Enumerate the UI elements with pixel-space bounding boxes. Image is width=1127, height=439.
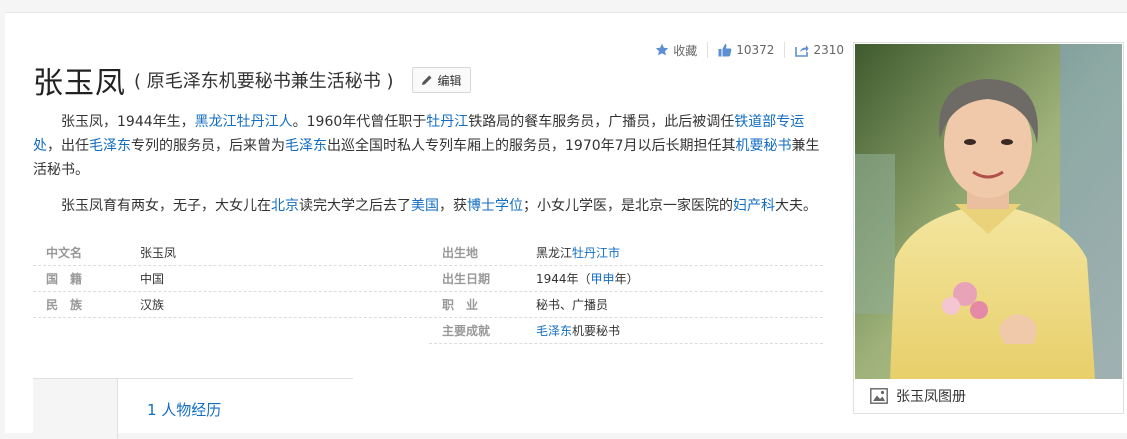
toolbar-divider bbox=[784, 42, 786, 58]
info-key: 中文名 bbox=[46, 246, 83, 260]
inline-link[interactable]: 毛泽东 bbox=[285, 138, 327, 154]
toolbar-divider bbox=[707, 42, 709, 58]
star-icon bbox=[656, 43, 669, 56]
inline-link[interactable]: 铁道部 bbox=[734, 114, 776, 130]
inline-text: 大夫。 bbox=[775, 198, 817, 214]
catalog-header bbox=[33, 379, 118, 439]
info-value: 秘书、广播员 bbox=[536, 296, 608, 313]
summary-paragraph-1: 张玉凤，1944年生，黑龙江牡丹江人。1960年代曾任职于牡丹江铁路局的餐车服务… bbox=[33, 110, 823, 182]
pencil-icon bbox=[421, 75, 431, 85]
info-value: 1944年（甲申年） bbox=[536, 270, 639, 287]
album-label: 张玉凤图册 bbox=[896, 389, 966, 405]
album-card[interactable]: 张玉凤图册 bbox=[853, 42, 1124, 414]
inline-text: 中国 bbox=[140, 272, 165, 286]
catalog-item[interactable]: 1 人物经历 bbox=[147, 399, 221, 420]
info-value: 黑龙江牡丹江市 bbox=[536, 244, 620, 261]
info-value: 毛泽东机要秘书 bbox=[536, 322, 620, 339]
inline-link[interactable]: 北京 bbox=[271, 198, 299, 214]
inline-text: 张玉凤育有两女，无子，大女儿在 bbox=[61, 198, 271, 214]
lemma-summary: 张玉凤，1944年生，黑龙江牡丹江人。1960年代曾任职于牡丹江铁路局的餐车服务… bbox=[33, 110, 823, 230]
title-row: 张玉凤 ( 原毛泽东机要秘书兼生活秘书 ) 编辑 bbox=[33, 58, 471, 102]
info-value: 汉族 bbox=[140, 296, 164, 313]
inline-link[interactable]: 黑龙江 bbox=[195, 114, 237, 130]
share-count: 2310 bbox=[813, 43, 844, 57]
info-row: 职 业 秘书、广播员 bbox=[429, 292, 823, 318]
inline-link[interactable]: 美国 bbox=[411, 198, 439, 214]
info-row: 民 族 汉族 bbox=[33, 292, 427, 318]
page-title: 张玉凤 bbox=[33, 66, 126, 101]
like-button[interactable]: 10372 bbox=[718, 43, 774, 57]
inline-link[interactable]: 人 bbox=[279, 114, 293, 130]
inline-text: ，获 bbox=[439, 198, 467, 214]
info-key: 出生日期 bbox=[442, 272, 491, 286]
inline-text: 张玉凤 bbox=[140, 246, 177, 260]
share-button[interactable]: 2310 bbox=[795, 43, 844, 57]
basic-info-right: 出生地 黑龙江牡丹江市出生日期 1944年（甲申年） 职 业 秘书、广播员主要成就 毛泽东… bbox=[429, 240, 823, 344]
collect-button[interactable]: 收藏 bbox=[655, 42, 697, 59]
inline-text: 秘书、广播员 bbox=[536, 298, 609, 312]
inline-link[interactable]: 牡丹江 bbox=[237, 114, 279, 130]
info-row: 出生日期 1944年（甲申年） bbox=[429, 266, 823, 292]
catalog: 1 人物经历 bbox=[33, 378, 353, 439]
inline-text: ；小女儿学医，是北京一家医院的 bbox=[523, 198, 733, 214]
inline-text: 铁路局的餐车服务员，广播员，此后被调任 bbox=[468, 114, 735, 130]
inline-text: 。1960年代曾任职于 bbox=[292, 114, 427, 130]
inline-text: 年） bbox=[614, 272, 639, 286]
share-icon bbox=[795, 45, 810, 57]
inline-text: 黑龙江 bbox=[536, 246, 573, 260]
info-value: 中国 bbox=[140, 270, 164, 287]
inline-text: ，出任 bbox=[47, 138, 89, 154]
edit-button[interactable]: 编辑 bbox=[411, 67, 471, 93]
info-row: 国 籍 中国 bbox=[33, 266, 427, 292]
inline-link[interactable]: 牡丹江市 bbox=[572, 246, 620, 260]
summary-paragraph-2: 张玉凤育有两女，无子，大女儿在北京读完大学之后去了美国，获博士学位；小女儿学医，… bbox=[33, 194, 823, 218]
inline-text: 出巡全国时私人专列车厢上的服务员，1970年7月以后长期担任其 bbox=[327, 138, 736, 154]
inline-link[interactable]: 博士学位 bbox=[467, 198, 523, 214]
portrait-photo[interactable] bbox=[855, 44, 1122, 379]
info-key: 民 族 bbox=[46, 298, 83, 312]
image-gallery-icon bbox=[870, 388, 888, 404]
portrait-image bbox=[855, 44, 1122, 379]
inline-link[interactable]: 妇产科 bbox=[733, 198, 775, 214]
inline-text: 机要秘书 bbox=[572, 324, 621, 338]
info-value: 张玉凤 bbox=[140, 244, 176, 261]
basic-info-left: 中文名 张玉凤国 籍 中国民 族 汉族 bbox=[33, 240, 427, 318]
info-key: 国 籍 bbox=[46, 272, 83, 286]
info-row: 主要成就 毛泽东机要秘书 bbox=[429, 318, 823, 344]
inline-link[interactable]: 毛泽东 bbox=[89, 138, 131, 154]
inline-text: 1944年（ bbox=[536, 272, 591, 286]
inline-link[interactable]: 机要秘书 bbox=[736, 138, 792, 154]
thumbs-up-icon bbox=[718, 44, 732, 57]
page-subtitle: ( 原毛泽东机要秘书兼生活秘书 ) bbox=[134, 71, 394, 92]
info-key: 职 业 bbox=[442, 298, 479, 312]
info-key: 主要成就 bbox=[442, 324, 491, 338]
inline-link[interactable]: 甲申 bbox=[591, 272, 615, 286]
inline-text: 张玉凤，1944年生， bbox=[61, 114, 195, 130]
inline-link[interactable]: 牡丹江 bbox=[426, 114, 468, 130]
collect-label: 收藏 bbox=[673, 43, 698, 58]
info-row: 出生地 黑龙江牡丹江市 bbox=[429, 240, 823, 266]
edit-label: 编辑 bbox=[437, 73, 462, 88]
like-count: 10372 bbox=[736, 43, 775, 57]
inline-text: 专列的服务员，后来曾为 bbox=[131, 138, 285, 154]
inline-link[interactable]: 毛泽东 bbox=[536, 324, 572, 338]
album-caption[interactable]: 张玉凤图册 bbox=[854, 379, 1123, 413]
info-row: 中文名 张玉凤 bbox=[33, 240, 427, 266]
info-key: 出生地 bbox=[442, 246, 479, 260]
inline-text: 读完大学之后去了 bbox=[299, 198, 411, 214]
toolbar: 收藏 10372 2310 bbox=[655, 42, 844, 58]
inline-text: 汉族 bbox=[140, 298, 165, 312]
